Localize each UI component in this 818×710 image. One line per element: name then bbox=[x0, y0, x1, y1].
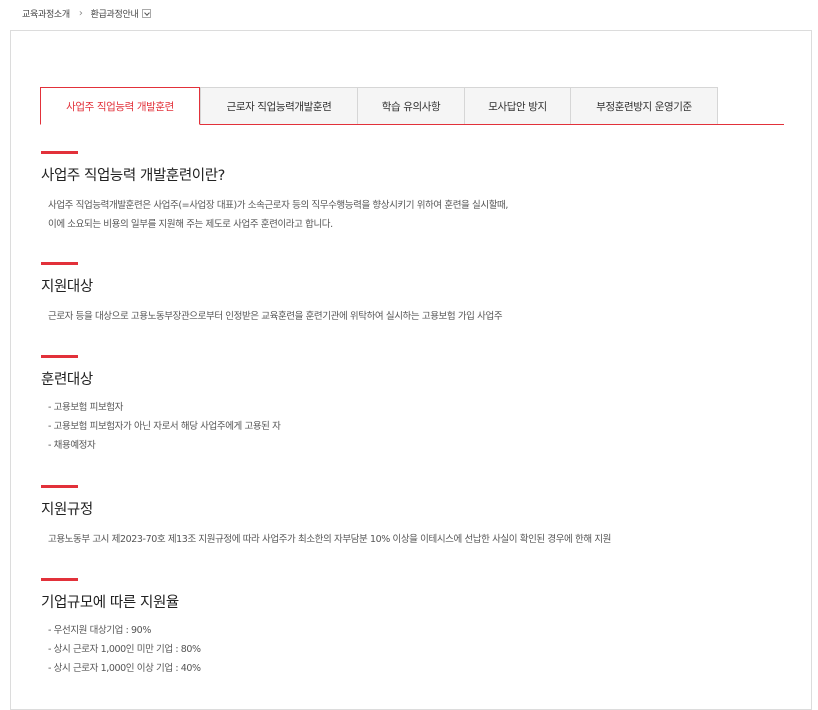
tab-label: 근로자 직업능력개발훈련 bbox=[226, 100, 332, 113]
section-regulation: 지원규정 고용노동부 고시 제2023-70호 제13조 지원규정에 따라 사업… bbox=[41, 485, 781, 549]
tab-bar: 사업주 직업능력 개발훈련 근로자 직업능력개발훈련 학습 유의사항 모사답안 … bbox=[40, 87, 784, 125]
body-line: 이에 소요되는 비용의 일부를 지원해 주는 제도로 사업주 훈련이라고 합니다… bbox=[48, 219, 333, 230]
tab-worker-training[interactable]: 근로자 직업능력개발훈련 bbox=[200, 87, 357, 124]
section-body: 고용노동부 고시 제2023-70호 제13조 지원규정에 따라 사업주가 최소… bbox=[41, 530, 781, 549]
tab-label: 사업주 직업능력 개발훈련 bbox=[66, 100, 174, 113]
section-accent-bar bbox=[41, 151, 78, 154]
tab-plagiarism-prevention[interactable]: 모사답안 방지 bbox=[464, 87, 570, 124]
breadcrumb-home[interactable]: 교육과정소개 bbox=[22, 7, 70, 20]
content-panel: 사업주 직업능력 개발훈련 근로자 직업능력개발훈련 학습 유의사항 모사답안 … bbox=[10, 30, 812, 710]
tab-label: 부정훈련방지 운영기준 bbox=[596, 100, 692, 113]
section-trainee: 훈련대상 - 고용보험 피보험자 - 고용보험 피보험자가 아닌 자로서 해당 … bbox=[41, 355, 781, 455]
tab-study-notes[interactable]: 학습 유의사항 bbox=[357, 87, 464, 124]
body-line: - 상시 근로자 1,000인 이상 기업 : 40% bbox=[48, 663, 201, 674]
section-title: 훈련대상 bbox=[41, 372, 93, 388]
section-title: 사업주 직업능력 개발훈련이란? bbox=[41, 168, 225, 184]
body-line: - 우선지원 대상기업 : 90% bbox=[48, 625, 151, 636]
body-line: - 고용보험 피보험자가 아닌 자로서 해당 사업주에게 고용된 자 bbox=[48, 421, 281, 432]
tab-fraud-prevention[interactable]: 부정훈련방지 운영기준 bbox=[570, 87, 718, 124]
body-line: - 고용보험 피보험자 bbox=[48, 402, 123, 413]
section-accent-bar bbox=[41, 262, 78, 265]
body-line: - 채용예정자 bbox=[48, 440, 96, 451]
section-body: - 고용보험 피보험자 - 고용보험 피보험자가 아닌 자로서 해당 사업주에게… bbox=[41, 398, 781, 455]
section-title: 기업규모에 따른 지원율 bbox=[41, 595, 179, 611]
body-line: 근로자 등을 대상으로 고용노동부장관으로부터 인정받은 교육훈련을 훈련기관에… bbox=[48, 311, 503, 322]
breadcrumb: 교육과정소개 › 환급과정안내 bbox=[22, 6, 152, 20]
section-intro: 사업주 직업능력 개발훈련이란? 사업주 직업능력개발훈련은 사업주(=사업장 … bbox=[41, 151, 781, 234]
section-support-target: 지원대상 근로자 등을 대상으로 고용노동부장관으로부터 인정받은 교육훈련을 … bbox=[41, 262, 781, 326]
tab-label: 모사답안 방지 bbox=[488, 100, 547, 113]
section-title: 지원대상 bbox=[41, 279, 93, 295]
tab-label: 학습 유의사항 bbox=[381, 100, 441, 113]
chevron-down-icon[interactable] bbox=[142, 8, 152, 18]
section-title: 지원규정 bbox=[41, 502, 93, 518]
breadcrumb-current: 환급과정안내 bbox=[90, 9, 139, 20]
section-rate: 기업규모에 따른 지원율 - 우선지원 대상기업 : 90% - 상시 근로자 … bbox=[41, 578, 781, 678]
body-line: - 상시 근로자 1,000인 미만 기업 : 80% bbox=[48, 644, 201, 655]
section-accent-bar bbox=[41, 485, 78, 488]
section-accent-bar bbox=[41, 578, 78, 581]
tab-employer-training[interactable]: 사업주 직업능력 개발훈련 bbox=[40, 87, 200, 125]
section-accent-bar bbox=[41, 355, 78, 358]
chevron-right-icon: › bbox=[78, 7, 83, 19]
section-body: 근로자 등을 대상으로 고용노동부장관으로부터 인정받은 교육훈련을 훈련기관에… bbox=[41, 307, 781, 326]
section-body: - 우선지원 대상기업 : 90% - 상시 근로자 1,000인 미만 기업 … bbox=[41, 621, 781, 678]
body-line: 고용노동부 고시 제2023-70호 제13조 지원규정에 따라 사업주가 최소… bbox=[48, 534, 611, 545]
section-body: 사업주 직업능력개발훈련은 사업주(=사업장 대표)가 소속근로자 등의 직무수… bbox=[41, 196, 781, 234]
body-line: 사업주 직업능력개발훈련은 사업주(=사업장 대표)가 소속근로자 등의 직무수… bbox=[48, 200, 508, 211]
